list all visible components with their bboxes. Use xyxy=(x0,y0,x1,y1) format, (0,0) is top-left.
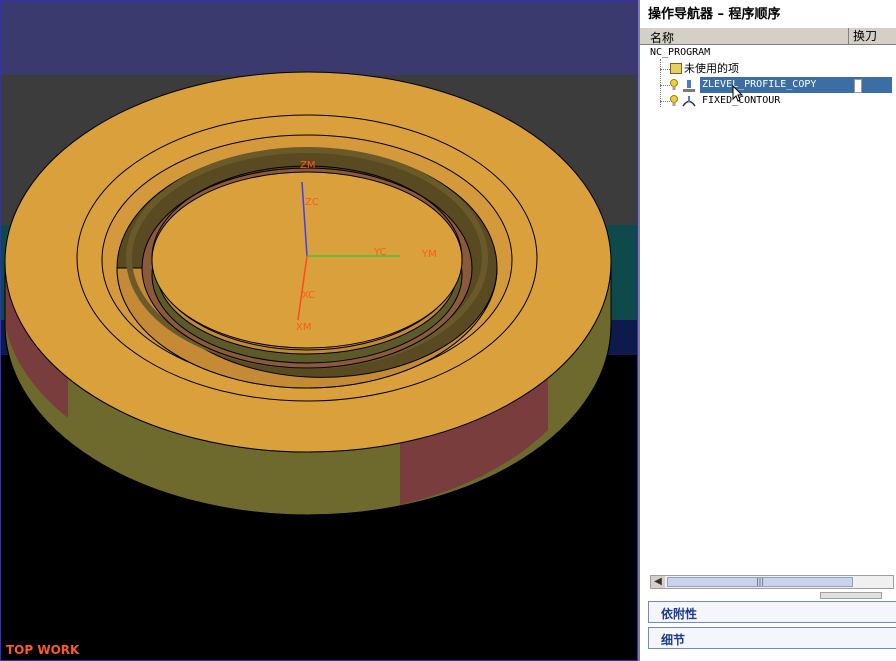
axis-label-zc: ZC xyxy=(305,197,319,208)
fixed-contour-operation-icon xyxy=(682,96,696,107)
axis-label-yc: YC xyxy=(373,247,387,258)
dependencies-panel[interactable]: 依附性 xyxy=(648,601,896,623)
tree-node-zlevel-profile-copy[interactable]: ZLEVEL_PROFILE_COPY xyxy=(640,77,896,93)
axis-label-xm: XM xyxy=(296,322,311,333)
tree-node-unused-items[interactable]: 未使用的项 xyxy=(640,61,896,77)
scroll-left-icon[interactable]: ◀ xyxy=(651,576,665,588)
axis-label-ym: YM xyxy=(421,249,437,260)
navigator-title: 操作导航器 – 程序顺序 xyxy=(640,0,896,29)
column-header-tool-change[interactable]: 换刀 xyxy=(848,28,896,44)
horizontal-scrollbar[interactable]: ◀ ||| xyxy=(650,575,894,589)
status-bulb-icon xyxy=(670,79,678,90)
details-panel-label: 细节 xyxy=(661,633,686,647)
part-model-view[interactable]: ZM ZC YC YM XC XM xyxy=(0,0,638,661)
operation-tree: NC_PROGRAM 未使用的项 ZLEVEL_PROFILE_COPY FIX… xyxy=(640,45,896,575)
tree-node-root[interactable]: NC_PROGRAM xyxy=(640,45,896,61)
tool-change-marker-icon xyxy=(854,79,862,93)
zlevel-operation-icon xyxy=(683,80,695,92)
operation-navigator: 操作导航器 – 程序顺序 名称 换刀 NC_PROGRAM 未使用的项 ZLEV… xyxy=(638,0,896,661)
folder-icon xyxy=(670,63,682,74)
status-bulb-icon xyxy=(670,95,678,106)
axis-label-zm: ZM xyxy=(300,160,315,171)
scroll-thumb[interactable]: ||| xyxy=(667,577,853,587)
tree-node-fixed-contour[interactable]: FIXED_CONTOUR xyxy=(640,93,896,109)
dependencies-panel-label: 依附性 xyxy=(661,607,698,621)
panel-splitter[interactable] xyxy=(820,592,882,599)
tree-node-zlevel-profile-copy-label: ZLEVEL_PROFILE_COPY xyxy=(700,77,892,93)
column-header-name[interactable]: 名称 xyxy=(650,29,674,46)
view-name-label: TOP WORK xyxy=(6,643,80,657)
mouse-cursor-icon xyxy=(732,85,744,102)
column-header-row: 名称 换刀 xyxy=(640,28,896,45)
graphics-viewport[interactable]: ZM ZC YC YM XC XM TOP WORK xyxy=(0,0,638,661)
tree-node-unused-items-label: 未使用的项 xyxy=(684,62,739,75)
axis-label-xc: XC xyxy=(302,290,315,301)
details-panel[interactable]: 细节 xyxy=(648,627,896,649)
